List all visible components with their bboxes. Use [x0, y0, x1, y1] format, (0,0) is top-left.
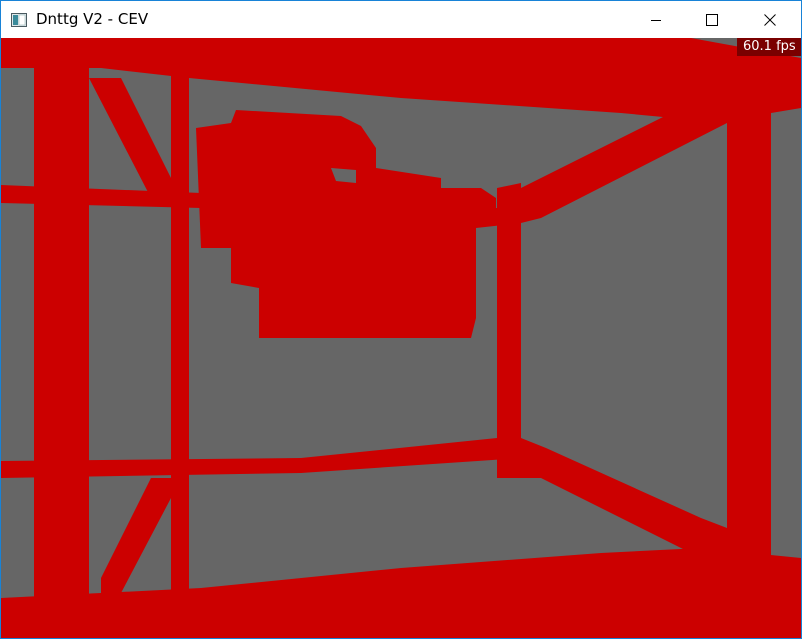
- maximize-button[interactable]: [689, 1, 735, 38]
- fps-counter: 60.1 fps: [737, 38, 801, 56]
- scene-canvas: [1, 38, 801, 638]
- right-edge-strip: [771, 78, 801, 113]
- center-post: [497, 183, 521, 478]
- minimize-button[interactable]: [633, 1, 679, 38]
- maximize-icon: [706, 13, 718, 26]
- left-post: [171, 38, 189, 638]
- close-icon: [764, 13, 776, 26]
- minimize-icon: [650, 14, 662, 26]
- app-window-icon: [11, 12, 27, 27]
- render-viewport[interactable]: 60.1 fps: [1, 38, 801, 638]
- window-title: Dnttg V2 - CEV: [36, 10, 149, 28]
- title-bar[interactable]: Dnttg V2 - CEV: [1, 1, 801, 38]
- left-pillar: [34, 38, 89, 638]
- app-window: Dnttg V2 - CEV 60.1 fps: [0, 0, 802, 639]
- close-button[interactable]: [747, 1, 793, 38]
